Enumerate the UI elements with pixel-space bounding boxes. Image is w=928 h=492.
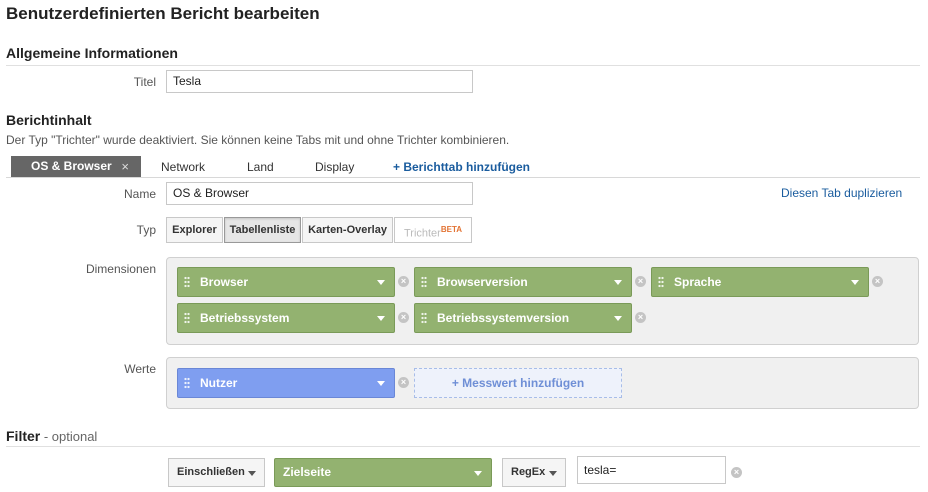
chevron-down-icon	[549, 471, 557, 476]
filter-optional: - optional	[40, 429, 98, 444]
title-input[interactable]: Tesla	[166, 70, 473, 93]
content-section-title: Berichtinhalt	[6, 112, 92, 128]
drag-handle-icon[interactable]	[184, 276, 190, 288]
metric-label: Nutzer	[200, 376, 238, 390]
filter-dimension-value: Zielseite	[283, 465, 332, 479]
remove-icon[interactable]: ×	[635, 312, 646, 323]
tab-divider	[6, 177, 920, 178]
drag-handle-icon[interactable]	[658, 276, 664, 288]
add-tab-link[interactable]: + Berichttab hinzufügen	[393, 160, 530, 174]
divider	[6, 65, 920, 66]
name-label: Name	[123, 187, 156, 201]
filter-match-type-dropdown[interactable]: RegEx	[502, 458, 566, 487]
remove-icon[interactable]: ×	[731, 467, 742, 478]
filter-match-type-value: RegEx	[511, 466, 546, 478]
dimension-chip[interactable]: Browserversion	[414, 267, 632, 297]
tab-land[interactable]: Land	[247, 160, 274, 174]
dimension-chip[interactable]: Betriebssystemversion	[414, 303, 632, 333]
dimension-chip[interactable]: Betriebssystem	[177, 303, 395, 333]
divider	[6, 446, 920, 447]
page-title: Benutzerdefinierten Bericht bearbeiten	[6, 4, 320, 23]
chevron-down-icon	[474, 471, 482, 476]
type-explorer-button[interactable]: Explorer	[166, 217, 223, 243]
filter-title: Filter	[6, 428, 41, 444]
drag-handle-icon[interactable]	[184, 312, 190, 324]
metric-chip[interactable]: Nutzer	[177, 368, 395, 398]
duplicate-tab-link[interactable]: Diesen Tab duplizieren	[781, 186, 902, 200]
tab-os-browser[interactable]: OS & Browser ×	[11, 156, 141, 177]
dimension-label: Browserversion	[437, 275, 528, 289]
dimension-label: Browser	[200, 275, 249, 289]
metrics-label: Werte	[124, 362, 156, 376]
dimension-label: Sprache	[674, 275, 722, 289]
dimension-chip[interactable]: Sprache	[651, 267, 869, 297]
funnel-disabled-note: Der Typ "Trichter" wurde deaktiviert. Si…	[6, 133, 510, 147]
filter-value-input[interactable]: tesla=	[577, 456, 726, 484]
filter-dimension-dropdown[interactable]: Zielseite	[274, 458, 492, 487]
filter-section-title: Filter - optional	[6, 428, 97, 444]
title-label: Titel	[133, 75, 156, 89]
tab-label: OS & Browser	[31, 159, 112, 173]
filter-mode-value: Einschließen	[177, 466, 245, 478]
chevron-down-icon[interactable]	[614, 316, 622, 321]
close-icon[interactable]: ×	[121, 156, 129, 177]
remove-icon[interactable]: ×	[398, 276, 409, 287]
drag-handle-icon[interactable]	[421, 312, 427, 324]
type-label: Typ	[136, 223, 156, 237]
funnel-label: Trichter	[403, 227, 441, 240]
type-funnel-button: TrichterBETA	[394, 217, 472, 243]
chevron-down-icon[interactable]	[377, 280, 385, 285]
chevron-down-icon	[248, 471, 256, 476]
dimensions-label: Dimensionen	[85, 262, 156, 276]
add-metric-button[interactable]: + Messwert hinzufügen	[414, 368, 622, 398]
dimension-label: Betriebssystemversion	[437, 311, 570, 325]
chevron-down-icon[interactable]	[377, 381, 385, 386]
dimension-label: Betriebssystem	[200, 311, 290, 325]
beta-badge: BETA	[440, 225, 463, 234]
general-section-title: Allgemeine Informationen	[6, 45, 178, 61]
remove-icon[interactable]: ×	[398, 377, 409, 388]
chevron-down-icon[interactable]	[614, 280, 622, 285]
filter-mode-dropdown[interactable]: Einschließen	[168, 458, 265, 487]
remove-icon[interactable]: ×	[872, 276, 883, 287]
dimension-chip[interactable]: Browser	[177, 267, 395, 297]
chevron-down-icon[interactable]	[377, 316, 385, 321]
drag-handle-icon[interactable]	[421, 276, 427, 288]
type-flat-table-button[interactable]: Tabellenliste	[224, 217, 301, 243]
tab-display[interactable]: Display	[315, 160, 354, 174]
drag-handle-icon[interactable]	[184, 377, 190, 389]
chevron-down-icon[interactable]	[851, 280, 859, 285]
remove-icon[interactable]: ×	[635, 276, 646, 287]
tab-name-input[interactable]: OS & Browser	[166, 182, 473, 205]
type-map-overlay-button[interactable]: Karten-Overlay	[302, 217, 393, 243]
remove-icon[interactable]: ×	[398, 312, 409, 323]
tab-network[interactable]: Network	[161, 160, 205, 174]
